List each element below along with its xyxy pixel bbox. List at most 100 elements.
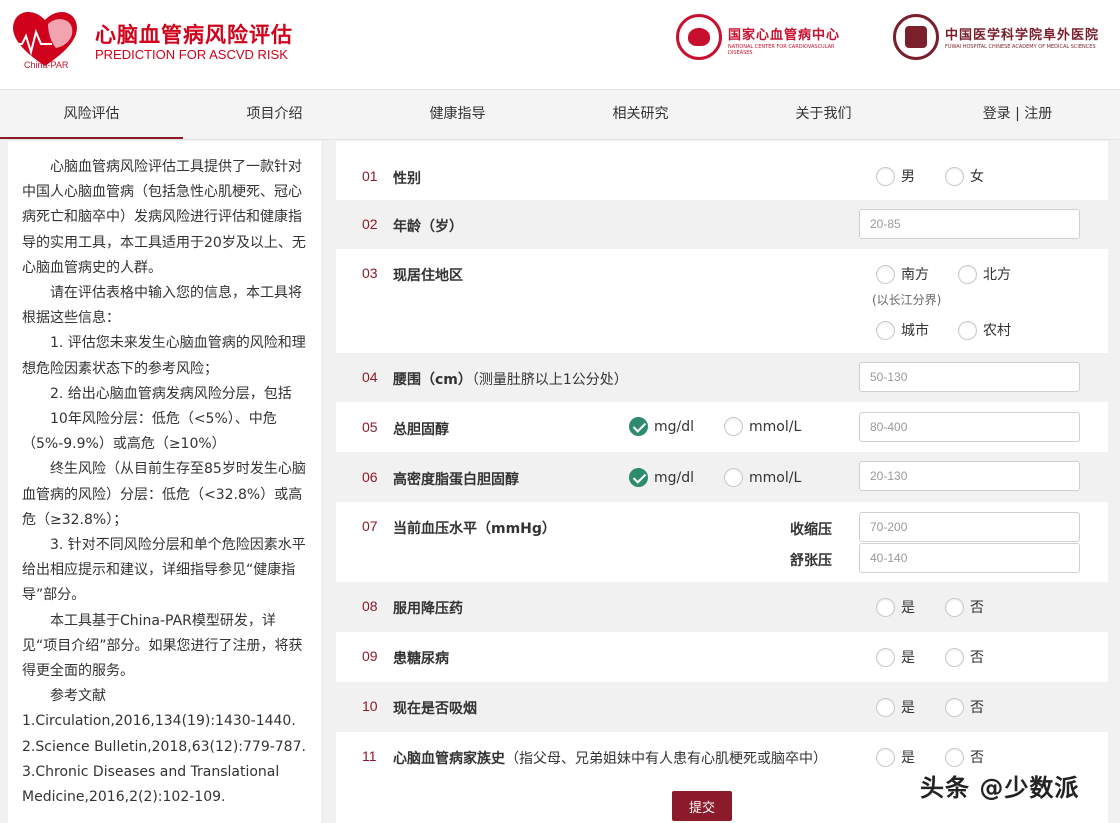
radio-circle[interactable]: [876, 320, 895, 340]
total-cholesterol-input[interactable]: [859, 412, 1080, 442]
intro-paragraph: 终生风险（从目前生存至85岁时发生心脑血管病的风险）分层：低危（<32.8%）或…: [22, 461, 306, 528]
radio-circle[interactable]: [945, 647, 964, 667]
hdl-unit-mmol-radio[interactable]: mmol/L: [724, 468, 801, 487]
family-history-yes-radio[interactable]: 是: [876, 747, 915, 767]
radio-label: mg/dl: [654, 469, 695, 486]
question-label: 患糖尿病: [393, 651, 449, 667]
submit-button[interactable]: 提交: [672, 791, 732, 821]
radio-circle[interactable]: [945, 697, 964, 717]
smoking-yes-radio[interactable]: 是: [876, 697, 915, 717]
radio-label: 否: [970, 750, 984, 766]
radio-circle[interactable]: [876, 597, 895, 617]
intro-paragraph: 3. 针对不同风险分层和单个危险因素水平给出相应提示和建议，详细指导参见“健康指…: [22, 537, 306, 604]
question-label: 现在是否吸烟: [393, 701, 477, 717]
intro-paragraph: 10年风险分层：低危（<5%）、中危（5%-9.9%）或高危（≥10%）: [22, 411, 277, 453]
partner-english-name: FUWAI HOSPITAL CHINESE ACADEMY OF MEDICA…: [945, 44, 1096, 50]
radio-label: 否: [970, 700, 984, 716]
tc-unit-mgdl-radio[interactable]: mg/dl: [629, 417, 694, 436]
gender-female-radio[interactable]: 女: [945, 166, 984, 186]
radio-label: 女: [970, 169, 984, 185]
antihypertensive-no-radio[interactable]: 否: [945, 597, 984, 617]
assessment-form: 01 性别 男 女 02 年龄（岁） 03 现居住地区 南方 北方 (以长江分界…: [336, 141, 1108, 823]
form-row-antihypertensive: 08 服用降压药 是 否: [336, 582, 1108, 632]
intro-paragraph: 心脑血管病风险评估工具提供了一款针对中国人心脑血管病（包括急性心肌梗死、冠心病死…: [22, 159, 306, 276]
radio-label: 否: [970, 600, 984, 616]
smoking-no-radio[interactable]: 否: [945, 697, 984, 717]
gender-male-radio[interactable]: 男: [876, 166, 915, 186]
site-title: 心脑血管病风险评估: [95, 23, 293, 47]
question-number: 10: [362, 698, 378, 714]
references-title: 参考文献: [50, 688, 106, 705]
logo-caption: China-PAR: [24, 60, 69, 70]
nav-health-guide[interactable]: 健康指导: [366, 90, 549, 139]
form-row-diabetes: 09 患糖尿病 是 否: [336, 632, 1108, 682]
question-label-text: 腰围（cm）: [393, 372, 472, 388]
radio-circle[interactable]: [945, 597, 964, 617]
form-row-total-cholesterol: 05 总胆固醇 mg/dl mmol/L: [336, 402, 1108, 452]
radio-circle[interactable]: [945, 747, 964, 767]
nav-about-us[interactable]: 关于我们: [732, 90, 915, 139]
watermark-text: 头条 @少数派: [920, 774, 1080, 802]
partner-logo-ncc[interactable]: 国家心血管病中心 NATIONAL CENTER FOR CARDIOVASCU…: [676, 14, 856, 64]
question-label: 现居住地区: [393, 268, 463, 284]
radio-circle[interactable]: [958, 264, 977, 284]
region-rural-radio[interactable]: 农村: [958, 320, 1011, 340]
nav-login-register[interactable]: 登录 | 注册: [915, 90, 1120, 139]
question-number: 05: [362, 419, 378, 435]
question-label: 性别: [393, 171, 421, 187]
tc-unit-mmol-radio[interactable]: mmol/L: [724, 417, 801, 436]
nav-risk-assessment[interactable]: 风险评估: [0, 90, 183, 139]
partner-logo-fuwai[interactable]: 中国医学科学院阜外医院 FUWAI HOSPITAL CHINESE ACADE…: [893, 14, 1118, 64]
nav-project-intro[interactable]: 项目介绍: [183, 90, 366, 139]
radio-circle[interactable]: [945, 166, 964, 186]
region-north-radio[interactable]: 北方: [958, 264, 1011, 284]
age-input[interactable]: [859, 209, 1080, 239]
radio-circle[interactable]: [876, 264, 895, 284]
reference-item: 2.Science Bulletin,2018,63(12):779-787.: [22, 738, 306, 755]
radio-label: 北方: [983, 267, 1011, 283]
systolic-input[interactable]: [859, 512, 1080, 542]
intro-paragraph: 2. 给出心脑血管病发病风险分层，包括: [50, 385, 292, 402]
region-south-radio[interactable]: 南方: [876, 264, 929, 284]
nav-research[interactable]: 相关研究: [549, 90, 732, 139]
intro-paragraph: 本工具基于China-PAR模型研发，详见“项目介绍”部分。如果您进行了注册，将…: [22, 612, 303, 680]
radio-label: mmol/L: [749, 469, 802, 486]
radio-circle[interactable]: [724, 417, 743, 436]
partner-name: 国家心血管病中心: [728, 28, 841, 43]
check-circle-icon[interactable]: [629, 468, 648, 487]
check-circle-icon[interactable]: [629, 417, 648, 436]
form-row-age: 02 年龄（岁）: [336, 200, 1108, 249]
form-row-region: 03 现居住地区 南方 北方 (以长江分界) 城市 农村: [336, 249, 1108, 353]
diastolic-input[interactable]: [859, 543, 1080, 573]
form-row-hdl: 06 高密度脂蛋白胆固醇 mg/dl mmol/L: [336, 452, 1108, 502]
radio-circle[interactable]: [724, 468, 743, 487]
question-number: 08: [362, 598, 378, 614]
radio-label: 是: [901, 700, 915, 716]
main-nav: 风险评估 项目介绍 健康指导 相关研究 关于我们 登录 | 注册: [0, 89, 1120, 140]
radio-label: 否: [970, 650, 984, 666]
radio-circle[interactable]: [876, 166, 895, 186]
site-subtitle: PREDICTION FOR ASCVD RISK: [95, 47, 288, 62]
radio-label: mmol/L: [749, 418, 802, 435]
form-row-blood-pressure: 07 当前血压水平（mmHg） 收缩压 舒张压: [336, 502, 1108, 582]
radio-circle[interactable]: [876, 647, 895, 667]
region-hint: (以长江分界): [872, 293, 942, 307]
hdl-unit-mgdl-radio[interactable]: mg/dl: [629, 468, 694, 487]
intro-sidebar: 心脑血管病风险评估工具提供了一款针对中国人心脑血管病（包括急性心肌梗死、冠心病死…: [8, 141, 321, 823]
radio-circle[interactable]: [876, 747, 895, 767]
family-history-no-radio[interactable]: 否: [945, 747, 984, 767]
reference-item: 3.Chronic Diseases and Translational Med…: [22, 763, 280, 806]
antihypertensive-yes-radio[interactable]: 是: [876, 597, 915, 617]
region-urban-radio[interactable]: 城市: [876, 320, 929, 340]
question-number: 11: [362, 748, 377, 764]
diabetes-no-radio[interactable]: 否: [945, 647, 984, 667]
radio-label: 是: [901, 600, 915, 616]
question-number: 03: [362, 265, 378, 281]
intro-paragraph: 1. 评估您未来发生心脑血管病的风险和理想危险因素状态下的参考风险；: [22, 335, 306, 377]
hdl-input[interactable]: [859, 461, 1080, 491]
radio-circle[interactable]: [958, 320, 977, 340]
radio-circle[interactable]: [876, 697, 895, 717]
diabetes-yes-radio[interactable]: 是: [876, 647, 915, 667]
ncc-seal-icon: [676, 14, 722, 60]
waist-input[interactable]: [859, 362, 1080, 392]
